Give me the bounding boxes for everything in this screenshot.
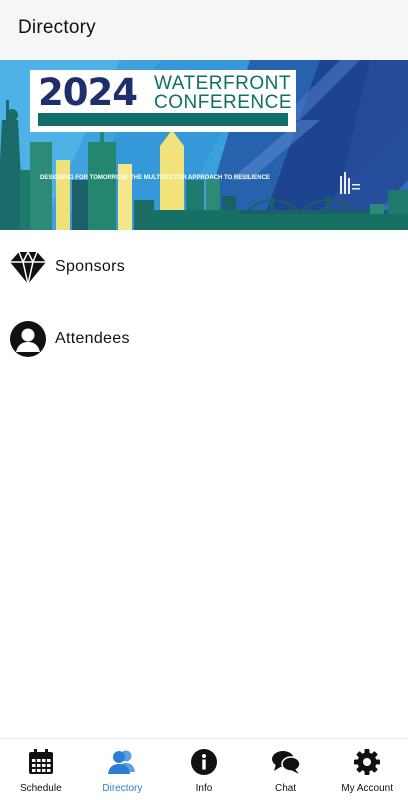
directory-item-label: Attendees bbox=[55, 330, 130, 347]
app-header: Directory bbox=[0, 0, 408, 60]
banner-tagline: DESIGNING FOR TOMORROW: THE MULTISECTOR … bbox=[40, 175, 270, 181]
bottom-tab-bar: Schedule Directory Info Chat My Account bbox=[0, 738, 408, 800]
tab-label: My Account bbox=[341, 783, 394, 794]
chat-icon bbox=[271, 747, 301, 777]
directory-item-label: Sponsors bbox=[55, 258, 125, 275]
tab-info[interactable]: Info bbox=[163, 739, 245, 800]
tab-my-account[interactable]: My Account bbox=[326, 739, 408, 800]
tab-label: Directory bbox=[102, 783, 143, 794]
tab-label: Chat bbox=[275, 783, 297, 794]
banner-title-line1: WATERFRONT bbox=[154, 73, 291, 94]
banner-title-line2: CONFERENCE bbox=[154, 92, 293, 113]
person-icon bbox=[9, 320, 47, 358]
banner-year: 2024 bbox=[38, 71, 138, 114]
people-icon bbox=[107, 747, 137, 777]
tab-schedule[interactable]: Schedule bbox=[0, 739, 82, 800]
page-title: Directory bbox=[18, 17, 96, 38]
directory-item-attendees[interactable]: Attendees bbox=[0, 313, 408, 365]
calendar-icon bbox=[26, 747, 56, 777]
tab-chat[interactable]: Chat bbox=[245, 739, 327, 800]
tab-label: Info bbox=[195, 783, 213, 794]
conference-banner: 2024 WATERFRONT CONFERENCE DESIGNING FOR… bbox=[0, 60, 408, 230]
directory-item-sponsors[interactable]: Sponsors bbox=[0, 241, 408, 293]
tab-directory[interactable]: Directory bbox=[82, 739, 164, 800]
gear-icon bbox=[352, 747, 382, 777]
diamond-icon bbox=[9, 248, 47, 286]
tab-label: Schedule bbox=[19, 783, 62, 794]
info-icon bbox=[189, 747, 219, 777]
